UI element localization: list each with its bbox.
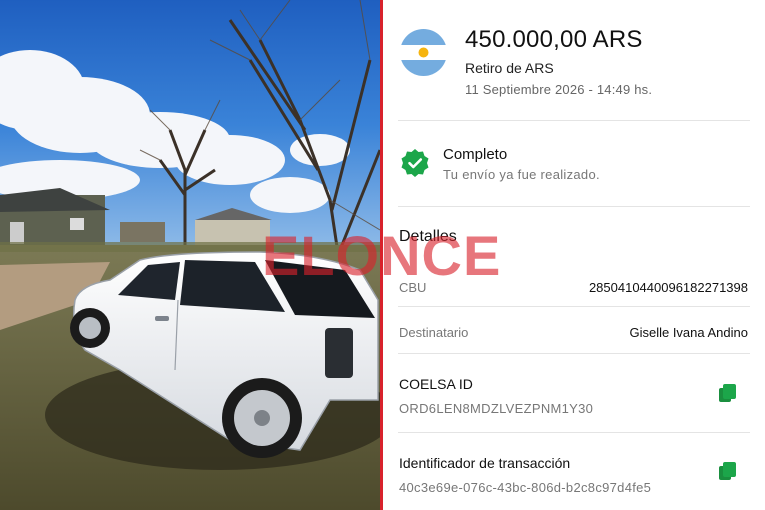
coelsa-id-label: COELSA ID xyxy=(399,376,473,392)
status-title: Completo xyxy=(443,146,508,163)
argentina-flag-icon xyxy=(400,29,447,76)
divider-line xyxy=(398,206,750,207)
copy-transaction-id-button[interactable] xyxy=(717,460,739,482)
recipient-value: Giselle Ivana Andino xyxy=(629,325,748,340)
copy-coelsa-id-button[interactable] xyxy=(717,382,739,404)
recipient-label: Destinatario xyxy=(399,325,469,340)
divider-line xyxy=(398,306,750,307)
copy-icon xyxy=(719,462,736,480)
transfer-amount: 450.000,00 ARS xyxy=(465,26,643,53)
status-description: Tu envío ya fue realizado. xyxy=(443,167,600,182)
verified-check-icon xyxy=(400,148,430,178)
divider-line xyxy=(398,353,750,354)
divider-line xyxy=(398,432,750,433)
divider-line xyxy=(398,120,750,121)
transfer-datetime: 11 Septiembre 2026 - 14:49 hs. xyxy=(465,82,653,97)
transaction-id-label: Identificador de transacción xyxy=(399,455,571,471)
watermark-logo: ELONCE xyxy=(262,224,502,287)
transaction-id-value: 40c3e69e-076c-43bc-806d-b2c8c97d4fe5 xyxy=(399,480,652,495)
copy-icon xyxy=(719,384,736,402)
cbu-value: 2850410440096182271398 xyxy=(588,280,748,295)
coelsa-id-value: ORD6LEN8MDZLVEZPNM1Y30 xyxy=(399,401,594,416)
transfer-type: Retiro de ARS xyxy=(465,60,554,76)
